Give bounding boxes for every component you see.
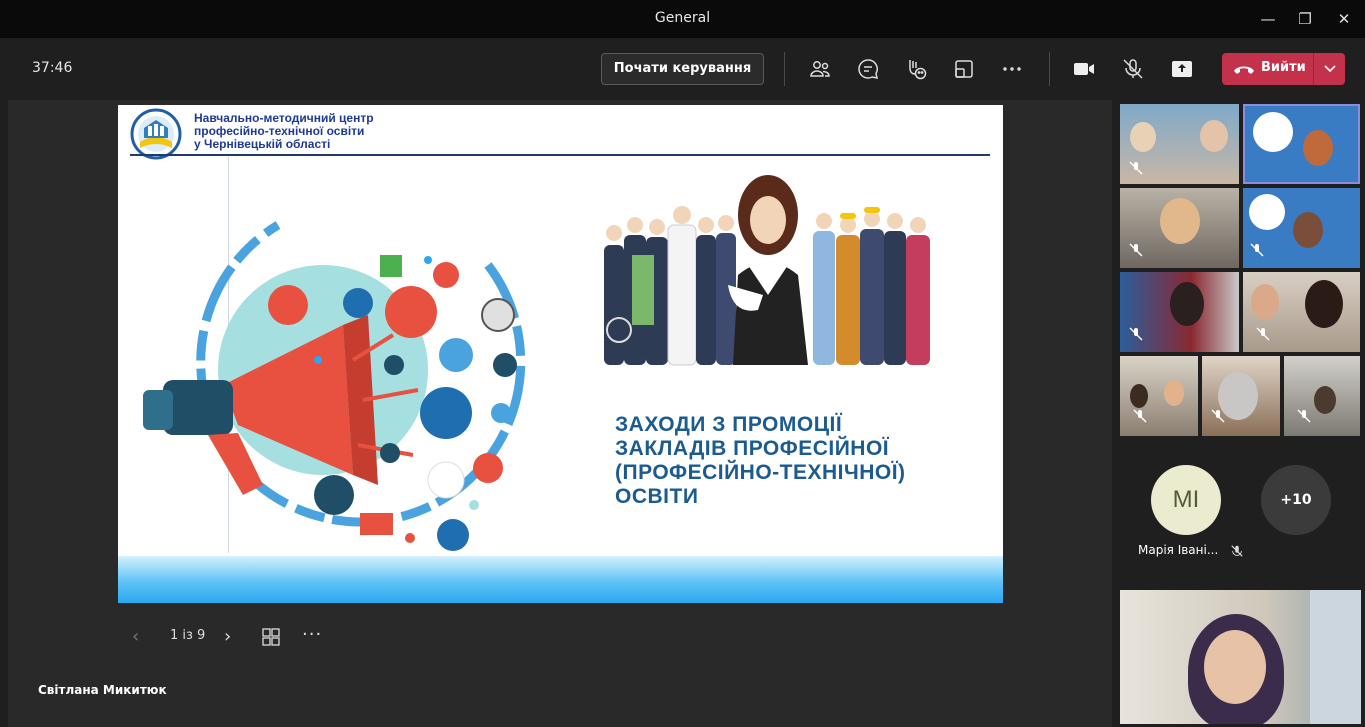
slide-more-options-button[interactable]: ··· xyxy=(302,624,322,645)
share-icon[interactable] xyxy=(1170,57,1194,81)
decorative-circle xyxy=(606,317,632,343)
leave-main[interactable]: Вийти xyxy=(1222,53,1313,85)
participant-video-tile[interactable] xyxy=(1202,356,1280,436)
slide-title-line: ЗАКЛАДІВ ПРОФЕСІЙНОЇ xyxy=(615,437,890,460)
toolbar-divider xyxy=(1049,52,1050,86)
toolbar-divider xyxy=(784,52,785,86)
slides-grid-icon[interactable] xyxy=(262,628,280,646)
participant-face xyxy=(1130,384,1148,408)
mic-off-icon xyxy=(1256,327,1270,341)
next-slide-button[interactable]: › xyxy=(224,626,231,647)
rooms-icon[interactable] xyxy=(952,57,976,81)
mic-off-icon xyxy=(1129,161,1143,175)
presenter-name: Світлана Микитюк xyxy=(38,683,167,697)
participant-face xyxy=(1200,120,1228,152)
participant-face xyxy=(1305,280,1343,328)
participant-face xyxy=(1293,212,1323,248)
participant-avatar[interactable]: МІ xyxy=(1151,465,1221,535)
slide-title-line: ЗАХОДИ З ПРОМОЦІЇ xyxy=(615,413,843,436)
participant-video-tile-active[interactable] xyxy=(1243,104,1360,184)
participant-video-tile[interactable] xyxy=(1120,104,1239,184)
title-bar: General — ❐ ✕ xyxy=(0,0,1365,38)
mic-off-icon xyxy=(1211,409,1225,423)
presentation-slide: Навчально-методичний центр професійно-те… xyxy=(118,105,1003,603)
participant-face xyxy=(1314,386,1336,414)
close-button[interactable]: ✕ xyxy=(1333,8,1355,30)
shared-slide-thumbnail xyxy=(1253,112,1293,152)
previous-slide-button[interactable]: ‹ xyxy=(132,626,139,647)
slide-navigation: ‹ 1 із 9 › ··· xyxy=(118,620,358,654)
institution-logo xyxy=(130,108,182,160)
window-title: General xyxy=(654,10,711,26)
leave-label: Вийти xyxy=(1261,60,1306,75)
slide-title-line: (ПРОФЕСІЙНО-ТЕХНІЧНОЇ) xyxy=(615,461,906,484)
mic-off-icon xyxy=(1297,409,1311,423)
participant-face xyxy=(1170,282,1204,326)
meeting-timer: 37:46 xyxy=(32,60,73,76)
leave-options-button[interactable] xyxy=(1313,53,1345,85)
maximize-button[interactable]: ❐ xyxy=(1294,8,1316,30)
participant-face xyxy=(1303,130,1333,166)
take-control-button[interactable]: Почати керування xyxy=(601,53,764,85)
participant-name: Марія Івані... xyxy=(1138,543,1244,558)
megaphone-illustration xyxy=(143,221,526,551)
page-indicator: 1 із 9 xyxy=(170,628,206,643)
minimize-button[interactable]: — xyxy=(1257,8,1279,30)
participant-video-tile[interactable] xyxy=(1284,356,1360,436)
participant-face xyxy=(1251,284,1279,320)
workers-group-image xyxy=(604,175,930,366)
chevron-down-icon xyxy=(1324,65,1336,73)
slide-header: Навчально-методичний центр професійно-те… xyxy=(194,112,374,151)
participant-video-tile[interactable] xyxy=(1120,272,1239,352)
shared-slide-thumbnail xyxy=(1249,194,1285,230)
mic-off-icon[interactable] xyxy=(1121,57,1145,81)
slide-footer-band xyxy=(118,556,1003,603)
participant-face xyxy=(1204,630,1266,704)
mic-off-icon xyxy=(1129,243,1143,257)
participant-video-tile[interactable] xyxy=(1120,188,1239,268)
camera-icon[interactable] xyxy=(1072,57,1096,81)
participant-video-tile[interactable] xyxy=(1120,356,1198,436)
slide-title-line: ОСВІТИ xyxy=(615,485,699,508)
participant-video-tile[interactable] xyxy=(1243,272,1360,352)
window-background xyxy=(1310,590,1361,724)
phone-icon xyxy=(1234,66,1254,74)
slide-divider xyxy=(130,154,990,156)
meeting-toolbar: 37:46 Почати керування Вийти xyxy=(0,38,1365,100)
reactions-icon[interactable] xyxy=(904,57,928,81)
participant-face xyxy=(1164,380,1184,406)
people-icon[interactable] xyxy=(808,57,832,81)
mic-off-icon xyxy=(1129,327,1143,341)
mic-off-icon xyxy=(1250,243,1264,257)
slide-header-line: у Чернівецькій області xyxy=(194,137,331,151)
more-participants-button[interactable]: +10 xyxy=(1261,465,1331,535)
chat-icon[interactable] xyxy=(856,57,880,81)
participant-face xyxy=(1130,122,1156,152)
mic-off-icon xyxy=(1133,409,1147,423)
self-video-tile[interactable] xyxy=(1120,590,1361,724)
mic-off-icon xyxy=(1231,544,1243,557)
participant-face xyxy=(1160,198,1200,244)
participant-name-label: Марія Івані... xyxy=(1138,543,1219,557)
leave-button[interactable]: Вийти xyxy=(1222,53,1345,85)
more-icon[interactable] xyxy=(1000,57,1024,81)
slide-title: ЗАХОДИ З ПРОМОЦІЇ ЗАКЛАДІВ ПРОФЕСІЙНОЇ (… xyxy=(615,413,906,509)
participant-video-tile[interactable] xyxy=(1243,188,1360,268)
